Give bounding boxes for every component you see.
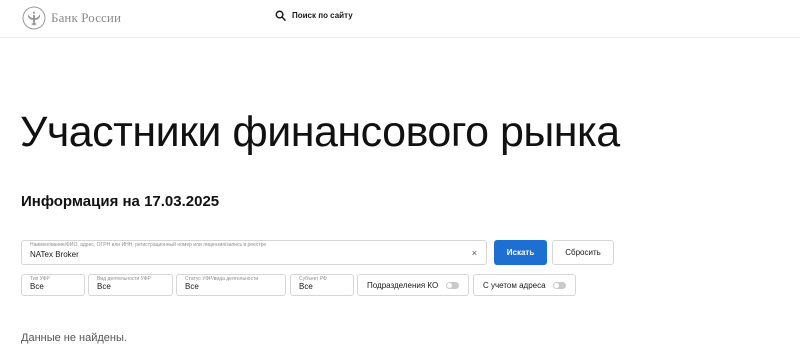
search-query-caption: Наименование/ФИО, адрес, ОГРН или ИНН, р… (30, 242, 267, 248)
toggle-label: Подразделения КО (367, 280, 439, 290)
search-query-input[interactable]: Наименование/ФИО, адрес, ОГРН или ИНН, р… (21, 240, 487, 265)
search-button[interactable]: Искать (494, 240, 547, 265)
filter-activity-select[interactable]: Вид деятельности УФР Все (88, 274, 173, 296)
filter-value: Все (185, 282, 199, 291)
bank-logo[interactable]: Банк России (22, 6, 121, 30)
filter-status-select[interactable]: Статус УФР/вида деятельности Все (176, 274, 286, 296)
info-date-heading: Информация на 17.03.2025 (21, 193, 220, 210)
clear-icon[interactable]: × (472, 248, 477, 258)
filter-region-select[interactable]: Субъект РФ Все (290, 274, 354, 296)
logo-text: Банк России (51, 10, 122, 25)
toggle-switch[interactable] (446, 282, 459, 289)
search-link-label: Поиск по сайту (292, 11, 353, 20)
toggle-knob (554, 283, 559, 288)
toggle-knob (447, 283, 452, 288)
toggle-label: С учетом адреса (483, 280, 546, 290)
address-toggle[interactable]: С учетом адреса (473, 274, 576, 296)
filter-type-select[interactable]: Тип УФР Все (21, 274, 85, 296)
no-results-message: Данные не найдены. (21, 332, 127, 344)
reset-button[interactable]: Сбросить (552, 240, 614, 265)
toggle-switch[interactable] (553, 282, 566, 289)
filter-value: Все (97, 282, 111, 291)
eagle-emblem-icon (22, 6, 46, 30)
branches-toggle[interactable]: Подразделения КО (357, 274, 469, 296)
site-header: Банк России Поиск по сайту (0, 0, 800, 38)
filter-value: Все (30, 282, 44, 291)
search-query-value: NATex Broker (30, 250, 79, 259)
filter-value: Все (299, 282, 313, 291)
search-icon (275, 10, 286, 21)
page-title: Участники финансового рынка (20, 108, 620, 156)
site-search-link[interactable]: Поиск по сайту (275, 10, 353, 21)
